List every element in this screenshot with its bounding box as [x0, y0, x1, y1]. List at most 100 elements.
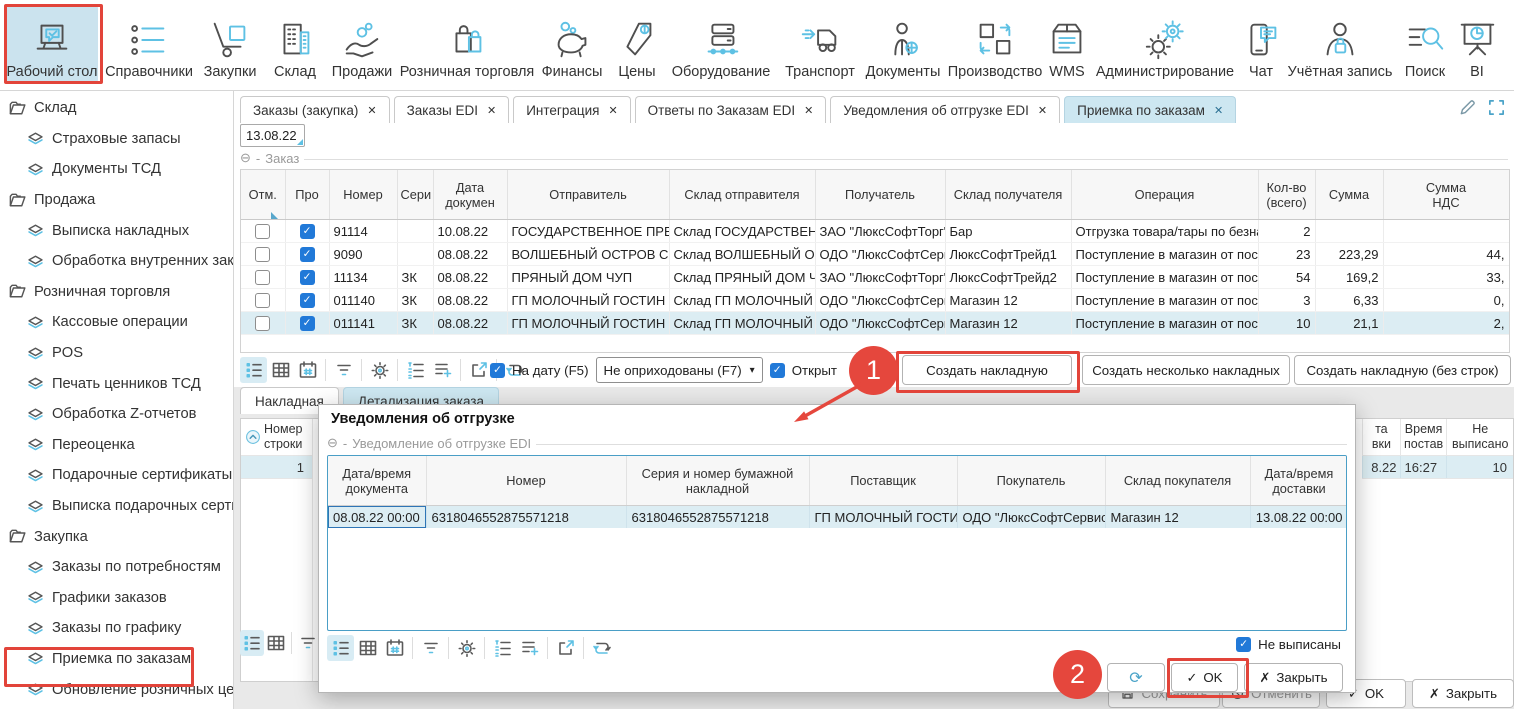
order-row[interactable]: ✓ 011140 ЗК 08.08.22 ГП МОЛОЧНЫЙ ГОСТИН …: [241, 289, 1509, 312]
nav-item-documents[interactable]: Документы: [862, 5, 944, 83]
collapse-icon[interactable]: ⊖: [327, 435, 338, 451]
sidebar-item[interactable]: Продажа: [0, 185, 233, 216]
sidebar-item[interactable]: Подарочные сертификаты: [0, 460, 233, 491]
column-header[interactable]: Сумма: [1315, 170, 1383, 220]
column-header[interactable]: Серия и номер бумажной накладной: [626, 456, 809, 506]
column-header[interactable]: Склад отправителя: [669, 170, 815, 220]
not-issued-checkbox[interactable]: ✓: [1236, 637, 1251, 652]
main-close-button[interactable]: ✗ Закрыть: [1412, 679, 1514, 708]
sidebar-item[interactable]: Заказы по графику: [0, 613, 233, 644]
nav-item-purchases[interactable]: Закупки: [198, 5, 262, 83]
nav-item-chat[interactable]: Чат: [1240, 5, 1282, 83]
filter-button[interactable]: [296, 630, 320, 656]
nav-item-sales[interactable]: Продажи: [328, 5, 396, 83]
column-header[interactable]: Получатель: [815, 170, 945, 220]
document-tab[interactable]: Заказы EDI ✕: [394, 96, 510, 123]
sidebar-item[interactable]: Документы ТСД: [0, 154, 233, 185]
sidebar-item[interactable]: Обработка внутренних заказ: [0, 246, 233, 277]
column-header[interactable]: Дата/время документа: [328, 456, 426, 506]
row-mark-checkbox[interactable]: [255, 247, 270, 262]
column-header[interactable]: Сери: [397, 170, 433, 220]
sidebar-item[interactable]: Кассовые операции: [0, 307, 233, 338]
document-tab[interactable]: Заказы (закупка) ✕: [240, 96, 390, 123]
sort-asc-icon[interactable]: [245, 429, 261, 445]
view-grid-button[interactable]: [354, 635, 381, 661]
column-header[interactable]: Отм.: [241, 170, 285, 220]
sidebar-item[interactable]: Приемка по заказам: [0, 644, 233, 675]
row-approved-checkbox[interactable]: ✓: [300, 316, 315, 331]
create-invoice-no-lines-button[interactable]: Создать накладную (без строк): [1294, 355, 1511, 385]
row-mark-checkbox[interactable]: [255, 316, 270, 331]
dialog-close-button[interactable]: ✗ Закрыть: [1244, 663, 1343, 692]
order-row[interactable]: ✓ 9090 08.08.22 ВОЛШЕБНЫЙ ОСТРОВ С Склад…: [241, 243, 1509, 266]
delivery-time-header[interactable]: Время постав: [1400, 419, 1447, 455]
close-tab-icon[interactable]: ✕: [1038, 104, 1047, 117]
close-tab-icon[interactable]: ✕: [608, 104, 617, 117]
dialog-ok-button[interactable]: ✓ OK: [1171, 663, 1238, 692]
add-list-button[interactable]: [429, 357, 456, 383]
nav-item-equipment[interactable]: Оборудование: [666, 5, 776, 83]
delivery-date-header[interactable]: та вки: [1362, 419, 1400, 455]
column-header[interactable]: Покупатель: [957, 456, 1105, 506]
notification-row[interactable]: 08.08.22 00:00 6318046552875571218 63180…: [328, 506, 1347, 529]
view-list-button[interactable]: [240, 357, 267, 383]
fullscreen-expand-icon[interactable]: [1487, 98, 1506, 117]
export-button[interactable]: [465, 357, 492, 383]
sidebar-item[interactable]: Обновление розничных цен: [0, 674, 233, 705]
column-header[interactable]: Номер: [426, 456, 626, 506]
sidebar-item[interactable]: Выписка подарочных сертиф: [0, 491, 233, 522]
edit-pencil-icon[interactable]: [1458, 98, 1477, 117]
order-row[interactable]: ✓ 11134 ЗК 08.08.22 ПРЯНЫЙ ДОМ ЧУП Склад…: [241, 266, 1509, 289]
row-approved-checkbox[interactable]: ✓: [300, 270, 315, 285]
detail-row-fragment[interactable]: 8.22 16:27 10: [1362, 455, 1513, 479]
sidebar-item[interactable]: Выписка накладных: [0, 215, 233, 246]
add-list-button[interactable]: [516, 635, 543, 661]
sidebar-item[interactable]: Обработка Z-отчетов: [0, 399, 233, 430]
sidebar-item[interactable]: Склад: [0, 93, 233, 124]
column-header[interactable]: Сумма НДС: [1383, 170, 1509, 220]
sidebar-item[interactable]: Страховые запасы: [0, 124, 233, 155]
calendar-view-button[interactable]: [294, 357, 321, 383]
nav-item-wms[interactable]: WMS: [1044, 5, 1090, 83]
view-grid-button[interactable]: [264, 630, 288, 656]
order-row[interactable]: ✓ 011141 ЗК 08.08.22 ГП МОЛОЧНЫЙ ГОСТИН …: [241, 312, 1509, 335]
column-header[interactable]: Номер: [329, 170, 397, 220]
row-mark-checkbox[interactable]: [255, 293, 270, 308]
nav-item-prices[interactable]: Цены: [610, 5, 664, 83]
close-tab-icon[interactable]: ✕: [487, 104, 496, 117]
close-tab-icon[interactable]: ✕: [804, 104, 813, 117]
nav-item-retail[interactable]: Розничная торговля: [400, 5, 534, 83]
status-filter-dropdown[interactable]: Не оприходованы (F7) ▾: [596, 357, 763, 383]
column-header[interactable]: Кол-во (всего): [1258, 170, 1315, 220]
create-multiple-invoices-button[interactable]: Создать несколько накладных: [1082, 355, 1290, 385]
calendar-view-button[interactable]: [381, 635, 408, 661]
nav-item-desktop[interactable]: Рабочий стол: [6, 5, 98, 83]
view-grid-button[interactable]: [267, 357, 294, 383]
column-header[interactable]: Склад покупателя: [1105, 456, 1250, 506]
column-header[interactable]: Склад получателя: [945, 170, 1071, 220]
column-header[interactable]: Дата/время доставки: [1250, 456, 1347, 506]
not-issued-header[interactable]: Не выписано: [1446, 419, 1513, 455]
document-tab[interactable]: Приемка по заказам ✕: [1064, 96, 1236, 123]
nav-item-bi[interactable]: BI: [1456, 5, 1498, 83]
column-header[interactable]: Отправитель: [507, 170, 669, 220]
nav-item-account[interactable]: Учётная запись: [1284, 5, 1396, 83]
column-header[interactable]: Про: [285, 170, 329, 220]
order-row[interactable]: ✓ 91114 10.08.22 ГОСУДАРСТВЕННОЕ ПРЕ Скл…: [241, 220, 1509, 243]
nav-item-transport[interactable]: Транспорт: [780, 5, 860, 83]
line-number-header[interactable]: Номер строки: [264, 422, 302, 452]
collapse-icon[interactable]: ⊖: [240, 150, 251, 166]
view-list-button[interactable]: [240, 630, 264, 656]
nav-item-directories[interactable]: Справочники: [106, 5, 192, 83]
view-list-button[interactable]: [327, 635, 354, 661]
date-input[interactable]: 13.08.22: [240, 124, 305, 147]
sidebar-item[interactable]: POS: [0, 338, 233, 369]
row-approved-checkbox[interactable]: ✓: [300, 293, 315, 308]
sidebar-item[interactable]: Графики заказов: [0, 583, 233, 614]
column-header[interactable]: Поставщик: [809, 456, 957, 506]
sidebar-item[interactable]: Печать ценников ТСД: [0, 368, 233, 399]
document-tab[interactable]: Интеграция ✕: [513, 96, 630, 123]
filter-button[interactable]: [330, 357, 357, 383]
export-button[interactable]: [552, 635, 579, 661]
numbered-list-button[interactable]: [402, 357, 429, 383]
